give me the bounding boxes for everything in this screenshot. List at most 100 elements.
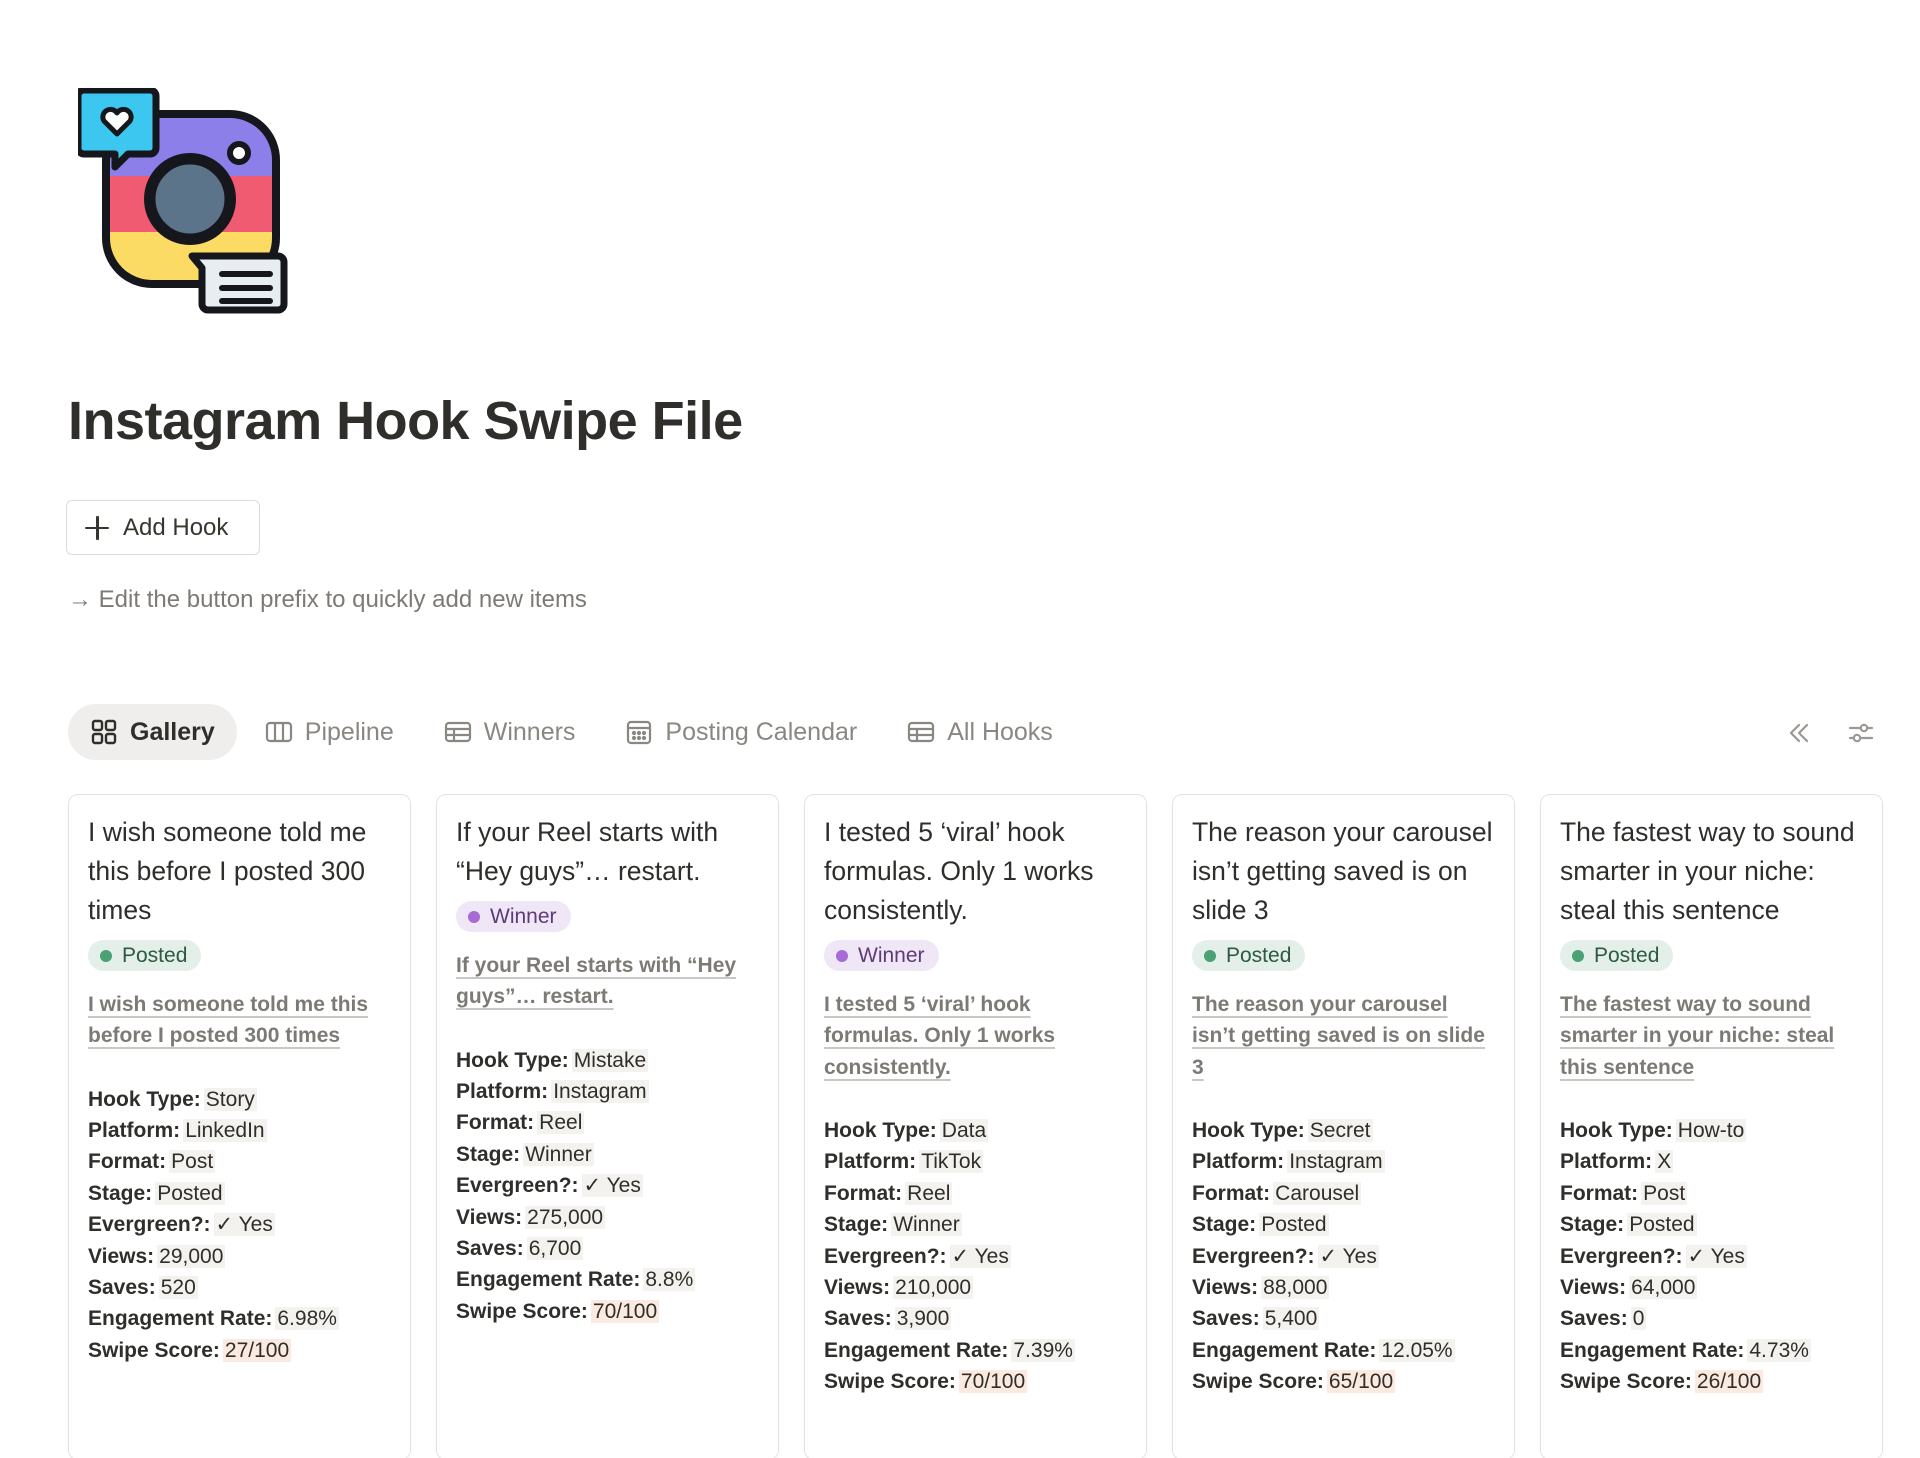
prop-label: Saves: (88, 1276, 156, 1300)
prop-label: Format: (456, 1111, 535, 1135)
tab-pipeline[interactable]: Pipeline (243, 704, 416, 760)
hook-card[interactable]: The fastest way to sound smarter in your… (1540, 794, 1883, 1458)
tab-all-hooks-label: All Hooks (947, 717, 1053, 746)
prop-swipe-score: Swipe Score: 27/100 (88, 1335, 391, 1366)
status-dot (100, 949, 112, 962)
double-chevron-left-icon[interactable] (1782, 716, 1816, 750)
prop-value: Reel (905, 1181, 953, 1205)
prop-value: 210,000 (893, 1275, 974, 1299)
status-label: Posted (1226, 943, 1292, 967)
prop-value: 65/100 (1326, 1370, 1396, 1394)
prop-value: TikTok (919, 1150, 984, 1174)
prop-value: 7.39% (1011, 1338, 1075, 1362)
hook-card[interactable]: The reason your carousel isn’t getting s… (1172, 794, 1515, 1458)
prop-engagement-rate: Engagement Rate: 8.8% (456, 1264, 759, 1295)
prop-value: Data (939, 1118, 989, 1142)
card-title: If your Reel starts with “Hey guys”… res… (456, 817, 719, 886)
prop-value: 4.73% (1747, 1338, 1811, 1362)
card-title: The fastest way to sound smarter in your… (1560, 817, 1855, 925)
status-dot (1204, 949, 1216, 962)
prop-value: 5,400 (1262, 1307, 1320, 1331)
add-hook-button[interactable]: Add Hook (66, 500, 260, 555)
prop-label: Swipe Score: (1192, 1370, 1324, 1394)
prop-value: Carousel (1273, 1181, 1362, 1205)
prop-value: How-to (1675, 1118, 1747, 1142)
button-hint: → Edit the button prefix to quickly add … (68, 586, 587, 613)
prop-value: Post (169, 1150, 216, 1174)
prop-label: Evergreen?: (824, 1244, 947, 1268)
prop-label: Platform: (88, 1119, 181, 1142)
prop-label: Stage: (1560, 1213, 1625, 1237)
prop-value: X (1655, 1150, 1674, 1174)
prop-evergreen: Evergreen?: ✓ Yes (1192, 1241, 1495, 1272)
table-icon (444, 718, 472, 746)
prop-platform: Platform: TikTok (824, 1146, 1127, 1177)
prop-views: Views: 29,000 (88, 1241, 391, 1272)
hook-card[interactable]: If your Reel starts with “Hey guys”… res… (436, 794, 779, 1458)
tab-winners[interactable]: Winners (422, 704, 598, 760)
tab-gallery[interactable]: Gallery (68, 704, 237, 760)
card-title: The reason your carousel isn’t getting s… (1192, 817, 1493, 925)
prop-evergreen: Evergreen?: ✓ Yes (456, 1170, 759, 1201)
prop-value: 29,000 (157, 1244, 226, 1268)
status-label: Winner (858, 943, 925, 967)
prop-label: Evergreen?: (1560, 1244, 1683, 1268)
prop-value: 6.98% (275, 1307, 339, 1331)
prop-value: ✓ Yes (1685, 1244, 1747, 1268)
prop-label: Saves: (824, 1307, 892, 1331)
prop-label: Hook Type: (456, 1048, 569, 1072)
tab-posting-calendar[interactable]: Posting Calendar (603, 704, 879, 760)
sliders-icon[interactable] (1844, 716, 1878, 750)
status-dot (468, 910, 480, 923)
prop-label: Views: (456, 1205, 523, 1229)
prop-label: Stage: (824, 1213, 889, 1237)
card-properties: Hook Type: Data Platform: TikTok Format: Re… (824, 1115, 1127, 1398)
prop-label: Engagement Rate: (1192, 1338, 1377, 1362)
prop-value: 70/100 (958, 1370, 1028, 1394)
prop-value: ✓ Yes (213, 1213, 275, 1237)
prop-label: Format: (824, 1181, 903, 1205)
prop-label: Stage: (456, 1142, 521, 1166)
prop-value: Posted (1627, 1213, 1697, 1237)
status-badge: Posted (1192, 940, 1306, 971)
prop-evergreen: Evergreen?: ✓ Yes (88, 1209, 391, 1240)
status-badge: Posted (88, 940, 202, 971)
prop-value: Story (203, 1087, 257, 1111)
prop-value: 8.8% (643, 1268, 696, 1292)
prop-stage: Stage: Posted (1192, 1209, 1495, 1240)
prop-saves: Saves: 3,900 (824, 1303, 1127, 1334)
plus-icon (85, 515, 109, 540)
tab-posting-calendar-label: Posting Calendar (665, 717, 858, 746)
prop-value: ✓ Yes (1317, 1244, 1379, 1268)
prop-value: Reel (537, 1111, 585, 1135)
prop-label: Views: (1560, 1275, 1627, 1299)
hook-card[interactable]: I wish someone told me this before I pos… (68, 794, 411, 1458)
card-title: I tested 5 ‘viral’ hook formulas. Only 1… (824, 817, 1094, 925)
prop-value: LinkedIn (183, 1119, 267, 1142)
prop-label: Saves: (1192, 1307, 1260, 1331)
prop-label: Views: (88, 1244, 155, 1268)
prop-saves: Saves: 5,400 (1192, 1303, 1495, 1334)
prop-hook-type: Hook Type: Secret (1192, 1115, 1495, 1146)
view-tabs: Gallery Pipeline Winners Posting Calenda… (68, 704, 1081, 760)
instagram-chat-icon (74, 86, 304, 314)
prop-engagement-rate: Engagement Rate: 4.73% (1560, 1335, 1863, 1366)
hook-card[interactable]: I tested 5 ‘viral’ hook formulas. Only 1… (804, 794, 1147, 1458)
prop-views: Views: 88,000 (1192, 1272, 1495, 1303)
view-toolbar (1782, 716, 1878, 750)
prop-value: 0 (1630, 1307, 1647, 1331)
prop-views: Views: 64,000 (1560, 1272, 1863, 1303)
table-icon (907, 718, 935, 746)
prop-label: Views: (824, 1275, 891, 1299)
prop-saves: Saves: 0 (1560, 1303, 1863, 1334)
prop-label: Swipe Score: (456, 1299, 588, 1323)
status-label: Posted (1594, 943, 1660, 967)
prop-value: Winner (891, 1213, 962, 1237)
prop-format: Format: Reel (456, 1107, 759, 1138)
prop-format: Format: Post (88, 1146, 391, 1177)
prop-swipe-score: Swipe Score: 70/100 (456, 1296, 759, 1327)
tab-all-hooks[interactable]: All Hooks (885, 704, 1075, 760)
prop-value: Posted (1259, 1213, 1329, 1237)
page-title: Instagram Hook Swipe File (68, 391, 743, 451)
prop-label: Swipe Score: (88, 1338, 220, 1362)
